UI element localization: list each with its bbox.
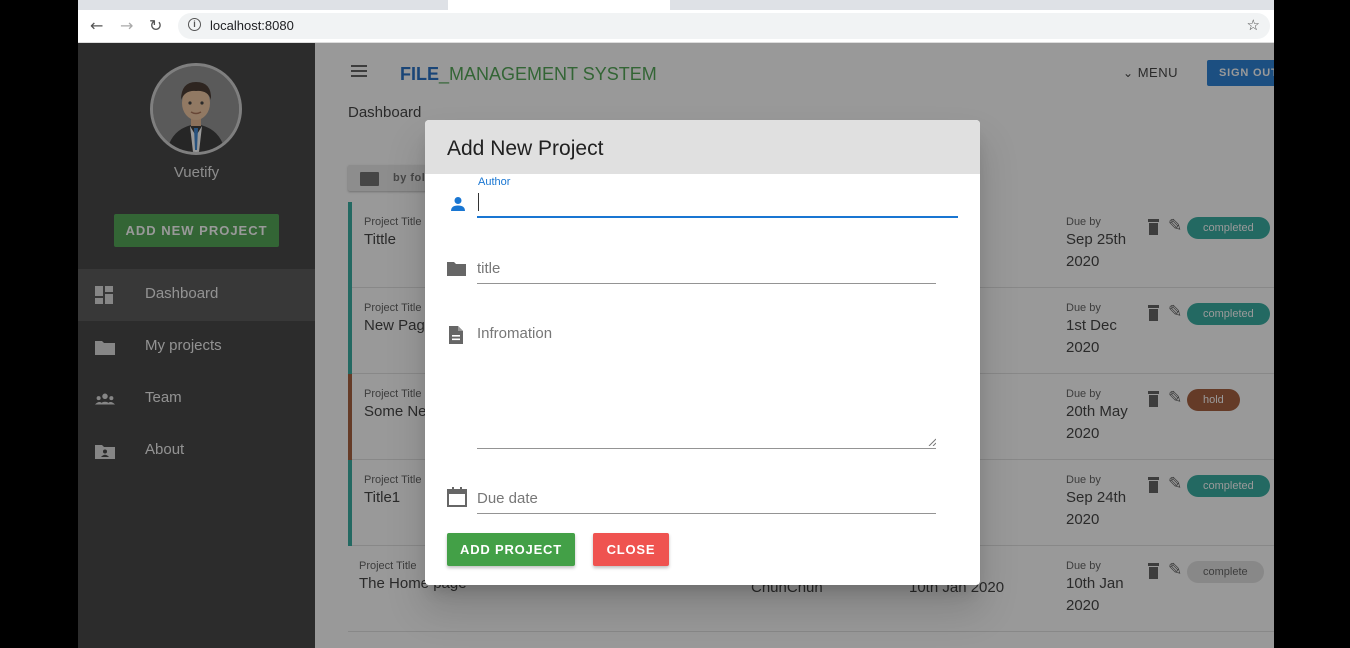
forward-icon[interactable]: → <box>120 16 133 35</box>
information-textarea[interactable]: Infromation <box>447 317 958 449</box>
info-icon[interactable]: i <box>188 18 201 31</box>
url-field[interactable]: i localhost:8080 ☆ <box>178 13 1270 39</box>
due-date-placeholder: Due date <box>477 490 538 507</box>
calendar-icon <box>447 487 467 507</box>
information-placeholder: Infromation <box>477 325 553 342</box>
author-label: Author <box>478 176 511 188</box>
back-icon[interactable]: ← <box>90 16 103 35</box>
tab-strip <box>78 0 1274 10</box>
overlay-scrim[interactable] <box>78 43 315 648</box>
reload-icon[interactable]: ↻ <box>149 16 162 35</box>
address-bar: ← → ↻ i localhost:8080 ☆ <box>78 10 1274 43</box>
due-date-field[interactable]: Due date <box>447 482 958 514</box>
title-placeholder: title <box>477 260 501 277</box>
add-project-button[interactable]: ADD PROJECT <box>447 533 575 566</box>
resize-handle-icon[interactable] <box>927 437 936 446</box>
url-text: localhost:8080 <box>210 18 294 33</box>
folder-icon <box>447 262 466 276</box>
author-input[interactable] <box>477 190 958 216</box>
text-caret <box>478 193 479 211</box>
description-icon <box>449 326 463 344</box>
author-underline <box>477 216 958 218</box>
dialog-header: Add New Project <box>425 120 980 174</box>
dialog-title: Add New Project <box>447 137 604 160</box>
close-button[interactable]: CLOSE <box>593 533 669 566</box>
title-field[interactable]: title <box>447 252 958 284</box>
active-tab[interactable] <box>448 0 670 10</box>
browser-window: ← → ↻ i localhost:8080 ☆ Vuetify ADD NEW… <box>78 0 1274 648</box>
star-icon[interactable]: ☆ <box>1247 16 1260 34</box>
app: Vuetify ADD NEW PROJECT Dashboard My pro… <box>78 43 1274 648</box>
add-project-dialog: Add New Project Author title Infromation… <box>425 120 980 585</box>
person-icon <box>451 197 465 211</box>
